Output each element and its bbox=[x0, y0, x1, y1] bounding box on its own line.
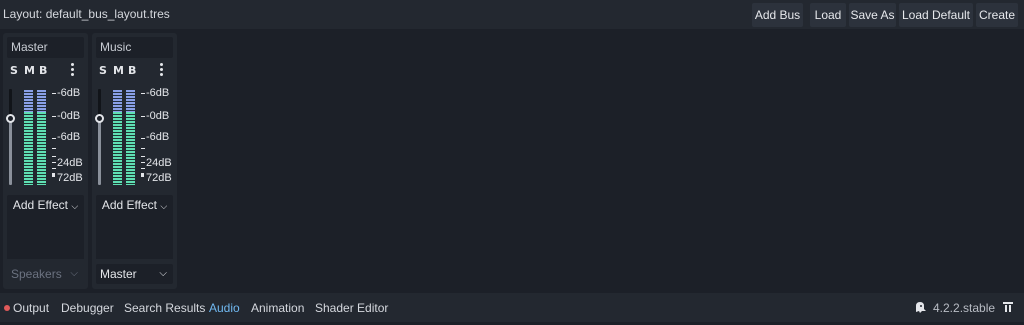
add-effect-label: Add Effect bbox=[12, 198, 68, 212]
db-tick bbox=[52, 93, 56, 94]
effects-list bbox=[96, 215, 173, 259]
create-button[interactable]: Create bbox=[976, 3, 1018, 27]
ghost-icon[interactable] bbox=[913, 300, 927, 314]
bypass-button[interactable]: B bbox=[128, 64, 136, 77]
tab-debugger[interactable]: Debugger bbox=[61, 301, 114, 315]
mute-button[interactable]: M bbox=[113, 64, 124, 77]
db-tick bbox=[141, 173, 144, 177]
db-tick bbox=[52, 138, 56, 139]
db-tick bbox=[141, 116, 145, 117]
kebab-menu-icon[interactable] bbox=[160, 63, 163, 77]
db-label: -0dB bbox=[57, 110, 81, 122]
level-meter-left bbox=[24, 90, 33, 185]
db-tick bbox=[141, 168, 145, 169]
error-dot-icon bbox=[4, 305, 10, 311]
bus-name-field[interactable]: Music bbox=[96, 37, 173, 58]
db-tick bbox=[52, 156, 56, 157]
db-label: 72dB bbox=[57, 172, 83, 184]
db-tick bbox=[141, 138, 145, 139]
db-label: 24dB bbox=[146, 157, 172, 169]
output-select[interactable]: Speakers ⌵ bbox=[7, 264, 84, 284]
db-tick bbox=[52, 116, 56, 117]
save-as-button[interactable]: Save As bbox=[849, 3, 896, 27]
output-select-value: Master bbox=[100, 267, 137, 281]
level-meter-right bbox=[126, 90, 135, 185]
volume-slider-knob[interactable] bbox=[6, 114, 15, 123]
db-label: 24dB bbox=[57, 157, 83, 169]
layout-label: Layout: default_bus_layout.tres bbox=[3, 7, 170, 21]
add-effect-button[interactable]: Add Effect ⌵ bbox=[7, 195, 84, 215]
db-label: -6dB bbox=[146, 131, 170, 143]
bus-strip-master: Master S M B -6dB -0dB -6dB 24dB 72dB Ad… bbox=[3, 33, 88, 289]
chevron-down-icon: ⌵ bbox=[71, 201, 79, 211]
audio-toolbar: Layout: default_bus_layout.tres Add Bus … bbox=[0, 0, 1024, 29]
db-tick bbox=[141, 93, 145, 94]
level-meter-left bbox=[113, 90, 122, 185]
tab-audio[interactable]: Audio bbox=[209, 301, 240, 315]
db-tick bbox=[141, 148, 145, 149]
add-effect-label: Add Effect bbox=[101, 198, 157, 212]
solo-button[interactable]: S bbox=[99, 64, 107, 77]
output-select[interactable]: Master ⌵ bbox=[96, 264, 173, 284]
solo-button[interactable]: S bbox=[10, 64, 18, 77]
db-label: -0dB bbox=[146, 110, 170, 122]
tab-animation[interactable]: Animation bbox=[251, 301, 304, 315]
volume-slider-fill bbox=[98, 118, 101, 185]
chevron-down-icon: ⌵ bbox=[70, 268, 78, 279]
load-default-button[interactable]: Load Default bbox=[899, 3, 973, 27]
db-tick bbox=[52, 162, 56, 163]
tab-output[interactable]: Output bbox=[13, 301, 49, 315]
add-effect-button[interactable]: Add Effect ⌵ bbox=[96, 195, 173, 215]
bus-name-field[interactable]: Master bbox=[7, 37, 84, 58]
output-select-value: Speakers bbox=[11, 267, 62, 281]
level-meter-right bbox=[37, 90, 46, 185]
kebab-menu-icon[interactable] bbox=[71, 63, 74, 77]
effects-list bbox=[7, 215, 84, 259]
chevron-down-icon: ⌵ bbox=[160, 201, 168, 211]
version-label: 4.2.2.stable bbox=[933, 301, 996, 315]
db-tick bbox=[141, 156, 145, 157]
db-tick bbox=[141, 162, 145, 163]
bottom-panel-tabs: Output Debugger Search Results Audio Ani… bbox=[0, 293, 1024, 322]
db-tick bbox=[52, 173, 55, 177]
pin-icon[interactable] bbox=[1001, 300, 1015, 314]
add-bus-button[interactable]: Add Bus bbox=[752, 3, 803, 27]
mute-button[interactable]: M bbox=[24, 64, 35, 77]
db-label: -6dB bbox=[57, 131, 81, 143]
db-tick bbox=[52, 168, 56, 169]
volume-slider-fill bbox=[9, 118, 12, 185]
db-label: -6dB bbox=[57, 87, 81, 99]
bus-strip-music: Music S M B -6dB -0dB -6dB 24dB 72dB Add… bbox=[92, 33, 177, 289]
volume-slider-knob[interactable] bbox=[95, 114, 104, 123]
db-tick bbox=[52, 148, 56, 149]
load-button[interactable]: Load bbox=[810, 3, 846, 27]
tab-search-results[interactable]: Search Results bbox=[124, 301, 205, 315]
tab-shader-editor[interactable]: Shader Editor bbox=[315, 301, 388, 315]
db-label: 72dB bbox=[146, 172, 172, 184]
bypass-button[interactable]: B bbox=[39, 64, 47, 77]
chevron-down-icon: ⌵ bbox=[159, 268, 167, 279]
db-label: -6dB bbox=[146, 87, 170, 99]
